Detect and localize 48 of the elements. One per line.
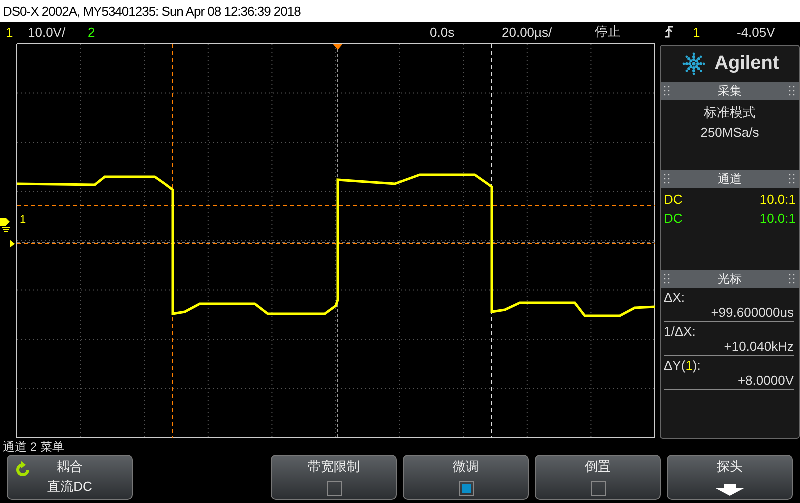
- section-title: 通道: [718, 170, 742, 188]
- cursor-label: ΔY(1):: [664, 358, 701, 373]
- drag-handle-icon[interactable]: [789, 274, 796, 284]
- channel-coupling: DC: [664, 191, 683, 209]
- spark-logo-icon: [680, 51, 707, 77]
- softkey[interactable]: 倒置: [535, 455, 661, 500]
- softkey[interactable]: 带宽限制: [271, 455, 397, 500]
- channel-marker: 1: [20, 214, 26, 226]
- checkbox[interactable]: [590, 481, 606, 496]
- drag-handle-icon[interactable]: [789, 86, 796, 96]
- drag-handle-icon[interactable]: [664, 86, 671, 96]
- rising-edge-icon: [664, 25, 674, 39]
- trigger-level: -4.05V: [737, 24, 776, 40]
- softkey[interactable]: 微调: [403, 455, 529, 500]
- ground-marker-icon: [0, 218, 10, 232]
- cursor-value: +99.600000us: [711, 305, 794, 320]
- brand-name: Agilent: [714, 53, 780, 75]
- checkbox[interactable]: [458, 481, 474, 496]
- channel-label[interactable]: 1: [6, 24, 14, 40]
- cursor-value: +8.0000V: [738, 373, 794, 388]
- cursor-label: ΔX:: [664, 290, 685, 305]
- section-title: 光标: [718, 270, 742, 288]
- drag-handle-icon[interactable]: [664, 174, 671, 184]
- channel-coupling: DC: [664, 210, 683, 228]
- sample-rate: 250MSa/s: [700, 125, 760, 140]
- window-title: DS0-X 2002A, MY53401235: Sun Apr 08 12:36:39 2018: [3, 4, 301, 18]
- cursor-label: 1/ΔX:: [664, 324, 696, 339]
- trigger-position-icon: [333, 44, 343, 50]
- drag-handle-icon[interactable]: [664, 274, 671, 284]
- trigger-level-icon: [10, 240, 15, 248]
- timebase: 20.00µs/: [502, 24, 552, 40]
- run-state: 停止: [595, 23, 621, 41]
- cycle-icon: [14, 461, 32, 479]
- checkbox[interactable]: [326, 481, 342, 496]
- drag-handle-icon[interactable]: [789, 174, 796, 184]
- vertical-scale: 10.0V/: [28, 24, 66, 40]
- menu-title: 通道 2 菜单: [3, 439, 64, 456]
- down-arrow-icon: [715, 484, 745, 496]
- cursor-value: +10.040kHz: [724, 339, 794, 354]
- probe-ratio: 10.0:1: [760, 191, 796, 209]
- probe-ratio: 10.0:1: [760, 210, 796, 228]
- softkey[interactable]: 耦合 直流DC: [7, 455, 133, 500]
- softkey[interactable]: 探头: [667, 455, 793, 500]
- channel-label[interactable]: 2: [88, 24, 96, 40]
- horizontal-delay: 0.0s: [430, 24, 455, 40]
- acquisition-mode: 标准模式: [704, 104, 756, 122]
- section-title: 采集: [718, 82, 742, 100]
- trigger-source: 1: [693, 24, 700, 40]
